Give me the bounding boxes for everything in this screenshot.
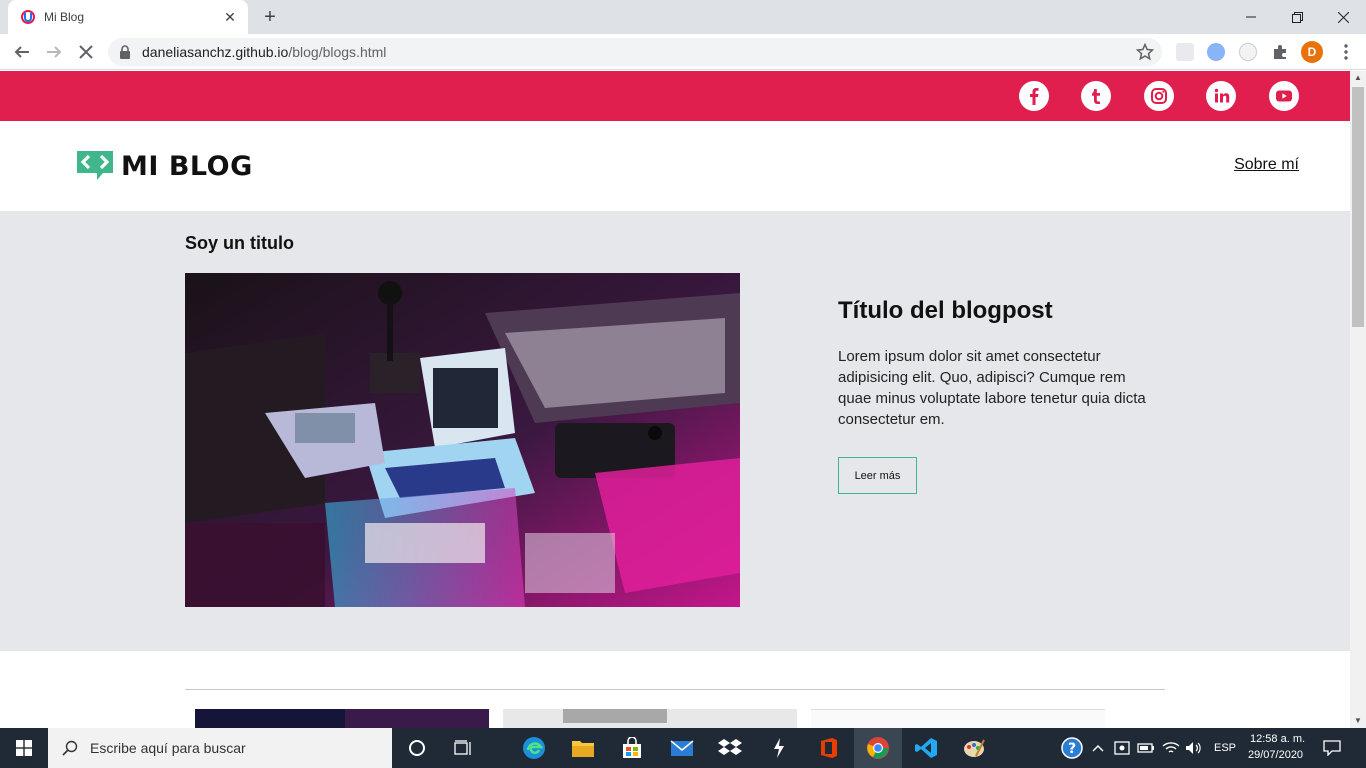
chevron-up-icon[interactable] [1088, 736, 1108, 760]
instagram-icon[interactable] [1144, 81, 1174, 111]
page-scrollbar[interactable]: ▲ ▼ [1350, 71, 1366, 728]
extension-icon[interactable] [1176, 43, 1194, 61]
back-arrow-icon[interactable] [10, 40, 34, 64]
browser-tab[interactable]: Mi Blog ✕ [8, 0, 248, 34]
post-card-thumbnail[interactable] [195, 709, 489, 728]
site-favicon-icon [21, 10, 35, 24]
url-path: /blog/blogs.html [288, 44, 387, 60]
taskbar-search[interactable]: Escribe aquí para buscar [48, 728, 392, 768]
extension-icon[interactable] [1239, 43, 1257, 61]
mail-icon[interactable] [670, 736, 694, 760]
office-icon[interactable] [816, 736, 840, 760]
clock-date[interactable]: 29/07/2020 [1248, 749, 1303, 761]
post-card-thumbnail[interactable] [811, 709, 1105, 728]
about-link[interactable]: Sobre mí [1234, 156, 1299, 174]
chrome-icon[interactable] [866, 736, 890, 760]
bookmark-star-icon[interactable] [1136, 43, 1154, 61]
site-logo[interactable]: MI BLOG [75, 149, 253, 183]
task-view-icon[interactable] [452, 736, 476, 760]
tumblr-icon[interactable] [1081, 81, 1111, 111]
app-icon[interactable] [767, 736, 791, 760]
section-title: Soy un titulo [185, 233, 294, 253]
tab-title: Mi Blog [44, 10, 85, 24]
volume-icon[interactable] [1184, 736, 1204, 760]
forward-arrow-icon[interactable] [42, 40, 66, 64]
puzzle-extensions-icon[interactable] [1271, 43, 1289, 61]
paint-icon[interactable] [962, 736, 986, 760]
cortana-icon[interactable] [405, 736, 429, 760]
dropbox-icon[interactable] [718, 736, 742, 760]
youtube-icon[interactable] [1269, 81, 1299, 111]
address-bar[interactable]: daneliasanchz.github.io/blog/blogs.html [108, 38, 1162, 66]
code-chat-logo-icon [77, 151, 113, 180]
scroll-thumb[interactable] [1352, 87, 1364, 327]
featured-post-image[interactable] [185, 273, 740, 607]
close-window-icon[interactable] [1320, 0, 1366, 34]
search-icon [62, 740, 78, 756]
url-text: daneliasanchz.github.io/blog/blogs.html [142, 44, 386, 60]
tab-strip: Mi Blog ✕ + [0, 0, 1366, 34]
browser-toolbar: daneliasanchz.github.io/blog/blogs.html … [0, 34, 1366, 70]
post-card-thumbnail[interactable] [503, 709, 797, 728]
scroll-down-icon[interactable]: ▼ [1350, 714, 1366, 728]
help-icon[interactable]: ? [1060, 736, 1084, 760]
language-indicator[interactable]: ESP [1214, 742, 1236, 754]
notifications-icon[interactable] [1320, 736, 1344, 760]
windows-start-icon[interactable] [0, 728, 48, 768]
clock-time[interactable]: 12:58 a. m. [1250, 733, 1305, 745]
restore-icon[interactable] [1274, 0, 1320, 34]
new-tab-button[interactable]: + [258, 6, 282, 28]
section-divider [185, 689, 1165, 690]
file-explorer-icon[interactable] [571, 736, 595, 760]
featured-section: Soy un titulo Título del blogpost Lorem … [0, 211, 1350, 651]
linkedin-icon[interactable] [1206, 81, 1236, 111]
post-excerpt: Lorem ipsum dolor sit amet consectetur a… [838, 348, 1146, 428]
vscode-icon[interactable] [914, 736, 938, 760]
tray-app-icon[interactable] [1112, 736, 1132, 760]
wifi-icon[interactable] [1161, 736, 1181, 760]
read-more-button[interactable]: Leer más [838, 457, 917, 494]
facebook-icon[interactable] [1019, 81, 1049, 111]
scroll-up-icon[interactable]: ▲ [1350, 71, 1366, 85]
store-icon[interactable] [620, 736, 644, 760]
minimize-icon[interactable] [1228, 0, 1274, 34]
lock-icon [120, 45, 130, 59]
url-host: daneliasanchz.github.io [142, 44, 289, 60]
extension-icon[interactable] [1207, 43, 1225, 61]
social-topbar [0, 71, 1350, 121]
close-tab-icon[interactable]: ✕ [222, 9, 238, 25]
svg-text:?: ? [1068, 741, 1076, 757]
profile-avatar[interactable]: D [1301, 41, 1323, 63]
logo-text: MI BLOG [121, 150, 253, 182]
battery-icon[interactable] [1136, 736, 1156, 760]
search-placeholder: Escribe aquí para buscar [90, 740, 246, 756]
page-viewport: MI BLOG Sobre mí Soy un titulo Título de… [0, 71, 1350, 728]
edge-icon[interactable] [522, 736, 546, 760]
stop-loading-icon[interactable] [74, 40, 98, 64]
windows-taskbar: Escribe aquí para buscar ? ESP 12:58 a. … [0, 728, 1366, 768]
menu-dots-icon[interactable] [1334, 40, 1358, 64]
post-title: Título del blogpost [838, 297, 1053, 324]
site-header: MI BLOG Sobre mí [0, 121, 1350, 211]
